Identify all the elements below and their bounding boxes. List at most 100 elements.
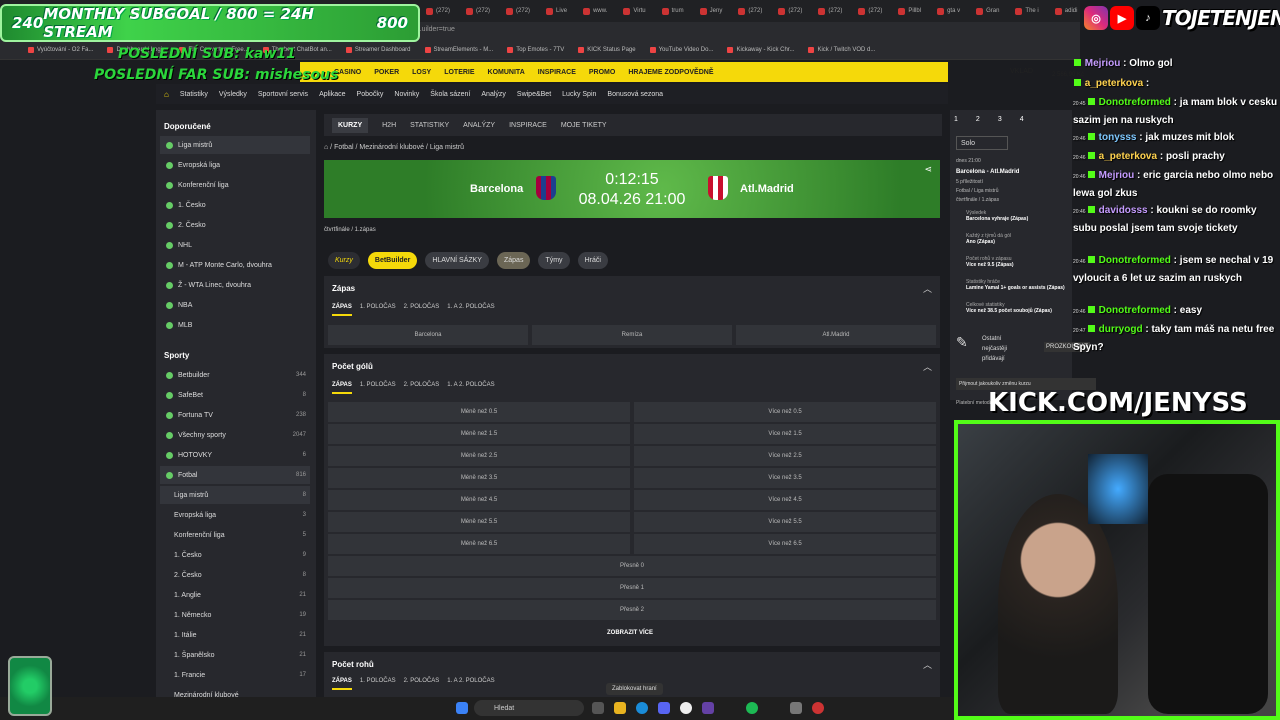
obs-icon[interactable] [702,702,714,714]
chevron-up-icon[interactable]: ︿ [923,360,932,373]
odds-under-button[interactable]: Méně než 5.5 [328,512,630,532]
period-tab[interactable]: 2. POLOČAS [404,304,440,316]
filter-chip[interactable]: Týmy [538,252,570,269]
edge-icon[interactable] [636,702,648,714]
browser-tab[interactable]: www. [577,6,613,17]
home-icon[interactable]: ⌂ [164,90,169,99]
sidebar-item[interactable]: 1. Francie 17 [160,666,310,684]
main-nav-item[interactable]: Výsledky [219,91,247,98]
filter-chip[interactable]: BetBuilder [367,252,418,269]
bookmark-item[interactable]: StreamElements - M... [424,46,493,53]
sidebar-item[interactable]: Ž - WTA Linec, dvouhra [160,276,310,294]
chevron-up-icon[interactable]: ︿ [923,658,932,671]
top-nav-item[interactable]: HRAJEME ZODPOVĚDNĚ [628,69,713,76]
taskbar-search[interactable]: Hledat [474,700,584,716]
sidebar-item[interactable]: Evropská liga 3 [160,506,310,524]
main-nav-item[interactable]: Lucky Spin [562,91,596,98]
spotify-icon[interactable] [746,702,758,714]
period-tab[interactable]: 2. POLOČAS [404,382,440,394]
odds-over-button[interactable]: Více než 1.5 [634,424,936,444]
sidebar-item[interactable]: 1. Německo 19 [160,606,310,624]
sidebar-item[interactable]: 1. Česko 9 [160,546,310,564]
filter-chip[interactable]: HLAVNÍ SÁZKY [425,252,489,269]
show-more-button[interactable]: ZOBRAZIT VÍCE [607,630,653,636]
bookmark-item[interactable]: YouTube Video Do... [649,46,713,53]
tab-h2h[interactable]: H2H [382,122,396,129]
browser-tab[interactable]: (272) [460,6,496,17]
sidebar-item[interactable]: 2. Česko [160,216,310,234]
filter-chip[interactable]: Kurzy [328,252,360,269]
breadcrumb-item[interactable]: Mezinárodní klubové [359,144,424,151]
tab-analýzy[interactable]: ANALÝZY [463,122,495,129]
browser-tab[interactable]: (272) [852,6,888,17]
period-tab[interactable]: ZÁPAS [332,304,352,316]
period-tab[interactable]: 2. POLOČAS [404,678,440,690]
sidebar-item[interactable]: Betbuilder 344 [160,366,310,384]
odds-over-button[interactable]: Více než 4.5 [634,490,936,510]
deposit-button[interactable]: VKLAD [1010,68,1033,75]
sidebar-item[interactable]: 2. Česko 8 [160,566,310,584]
sidebar-item[interactable]: NBA [160,296,310,314]
discord-icon[interactable] [658,702,670,714]
odds-over-button[interactable]: Více než 3.5 [634,468,936,488]
bookmark-item[interactable]: Kickaway - Kick Chr... [727,46,794,53]
browser-tab[interactable]: (272) [772,6,808,17]
sidebar-item[interactable]: 1. Anglie 21 [160,586,310,604]
block-gaming-toast[interactable]: Zablokovat hraní [606,683,663,695]
bookmark-item[interactable]: Vyúčtování - O2 Fa... [28,46,93,53]
slip-tab[interactable]: 3 [998,116,1002,123]
period-tab[interactable]: 1. A 2. POLOČAS [447,304,494,316]
chrome-icon[interactable] [680,702,692,714]
main-nav-item[interactable]: Škola sázení [430,91,470,98]
main-nav-item[interactable]: Swipe&Bet [517,91,551,98]
sidebar-item[interactable]: HOTOVKY 6 [160,446,310,464]
main-nav-item[interactable]: Novinky [394,91,419,98]
odds-under-button[interactable]: Méně než 3.5 [328,468,630,488]
period-tab[interactable]: ZÁPAS [332,382,352,394]
period-tab[interactable]: 1. A 2. POLOČAS [447,382,494,394]
bookmark-item[interactable]: Streamer Dashboard [345,46,411,53]
sidebar-item[interactable]: Všechny sporty 2047 [160,426,310,444]
tab-kurzy[interactable]: KURZY [332,117,369,133]
sidebar-item[interactable]: 1. Česko [160,196,310,214]
top-nav-item[interactable]: PROMO [589,69,615,76]
outcome-button[interactable]: Atl.Madrid [736,325,936,345]
file-explorer-icon[interactable] [614,702,626,714]
odds-over-button[interactable]: Více než 6.5 [634,534,936,554]
period-tab[interactable]: 1. POLOČAS [360,382,396,394]
tab-moje tikety[interactable]: MOJE TIKETY [561,122,607,129]
tab-inspirace[interactable]: INSPIRACE [509,122,547,129]
odds-under-button[interactable]: Méně než 6.5 [328,534,630,554]
outcome-button[interactable]: Remíza [532,325,732,345]
period-tab[interactable]: 1. A 2. POLOČAS [447,678,494,690]
main-nav-item[interactable]: Statistiky [180,91,208,98]
filter-chip[interactable]: Hráči [577,252,608,269]
browser-tab[interactable]: adidi [1049,6,1080,17]
sidebar-item[interactable]: 1. Španělsko 21 [160,646,310,664]
chat-username[interactable]: Donotreformed [1096,255,1171,266]
sidebar-item[interactable]: 1. Itálie 21 [160,626,310,644]
browser-tab[interactable]: Virtu [617,6,651,17]
windows-start-icon[interactable] [456,702,468,714]
chat-username[interactable]: a_peterkova [1082,78,1143,89]
top-nav-item[interactable]: POKER [374,69,399,76]
browser-tab[interactable]: gta v [931,6,966,17]
browser-tab[interactable]: (272) [812,6,848,17]
app-icon[interactable] [812,702,824,714]
chat-username[interactable]: Donotreformed [1096,97,1171,108]
top-nav-item[interactable]: KOMUNITA [488,69,525,76]
outcome-button[interactable]: Barcelona [328,325,528,345]
odds-exact-button[interactable]: Přesně 2 [328,600,936,620]
odds-over-button[interactable]: Více než 0.5 [634,402,936,422]
chat-username[interactable]: durryogd [1096,324,1143,335]
browser-tab[interactable]: trum [656,6,690,17]
chat-username[interactable]: tonysss [1096,132,1137,143]
period-tab[interactable]: 1. POLOČAS [360,304,396,316]
home-icon[interactable]: ⌂ / [324,144,334,151]
sidebar-item[interactable]: Fortuna TV 238 [160,406,310,424]
bookmark-item[interactable]: Kick / Twitch VOD d... [808,46,875,53]
sidebar-item[interactable]: Evropská liga [160,156,310,174]
chat-username[interactable]: Donotreformed [1096,305,1171,316]
breadcrumb-item[interactable]: Fotbal [334,144,353,151]
odds-exact-button[interactable]: Přesně 1 [328,578,936,598]
